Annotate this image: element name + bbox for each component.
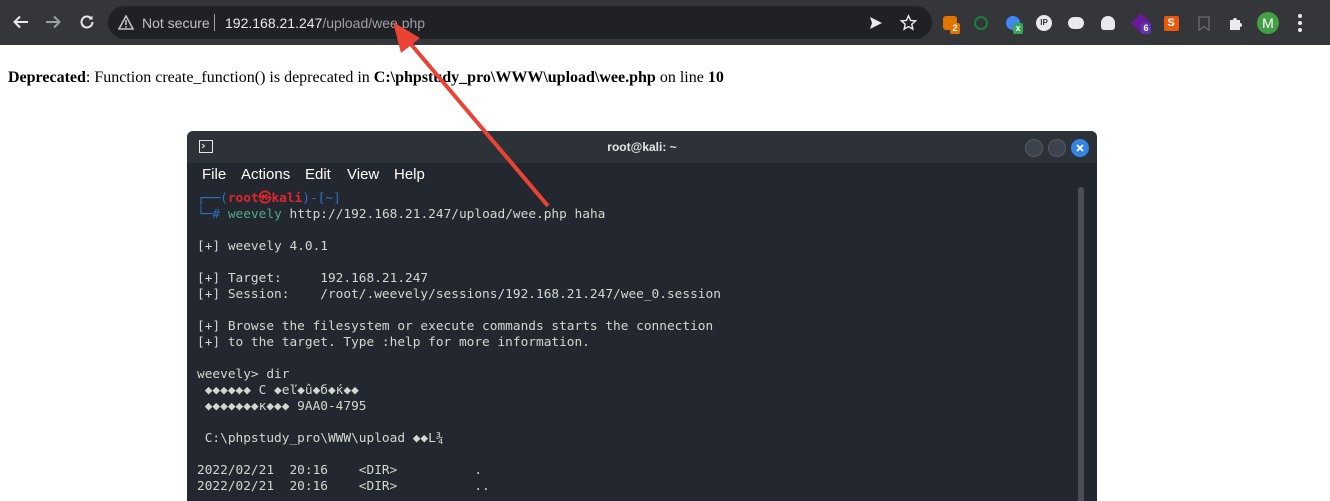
- annotation-arrow: [393, 22, 550, 208]
- arrow-shaft: [402, 34, 550, 208]
